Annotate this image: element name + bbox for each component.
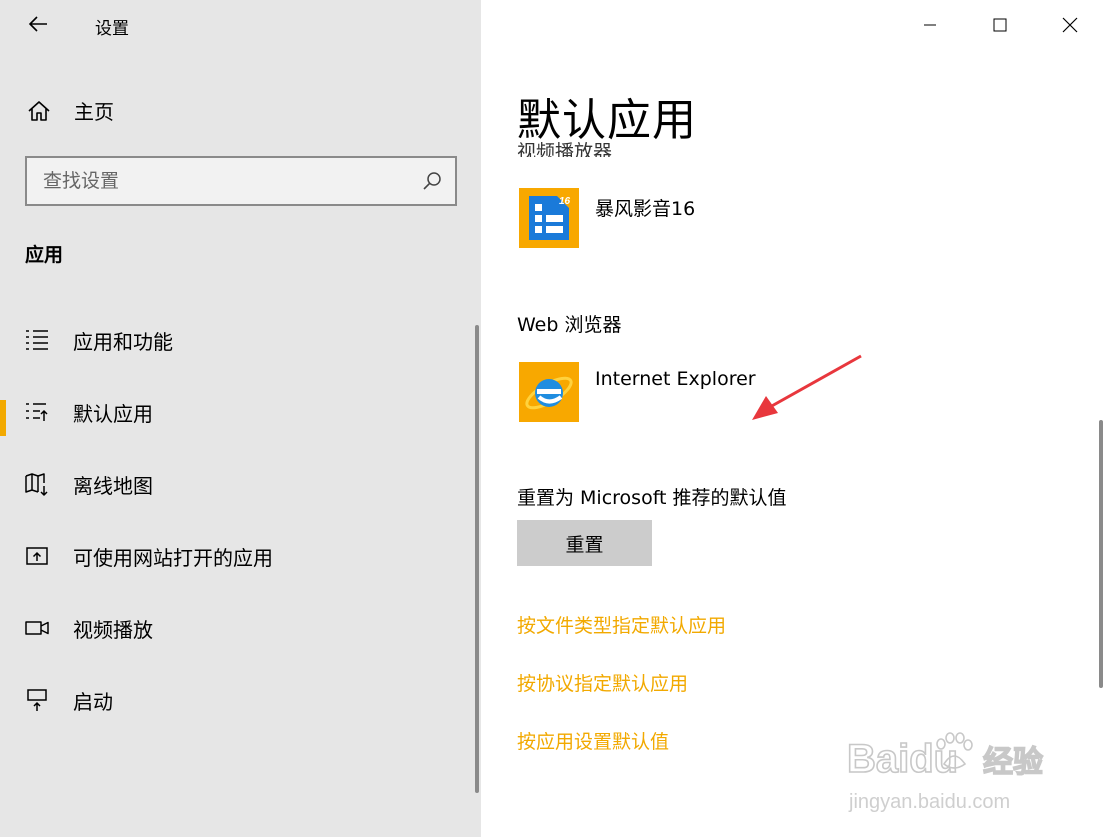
default-list-icon <box>26 403 48 421</box>
link-by-file-type[interactable]: 按文件类型指定默认应用 <box>517 611 726 638</box>
section-title: 应用 <box>25 244 64 266</box>
sidebar-item-home[interactable]: 主页 <box>26 96 114 125</box>
home-label: 主页 <box>74 100 114 124</box>
video-player-app-name: 暴风影音16 <box>595 198 696 220</box>
main-scrollbar[interactable] <box>1099 420 1103 688</box>
video-player-app-button[interactable]: 16 暴风影音16 <box>519 188 695 248</box>
back-button[interactable] <box>26 12 50 36</box>
storm-player-icon: 16 <box>519 188 579 248</box>
sidebar: 设置 主页 应用 应用和功能 默认应用 <box>0 0 481 837</box>
open-external-icon <box>26 547 48 565</box>
search-input[interactable] <box>27 158 421 204</box>
sidebar-item-label: 默认应用 <box>73 401 153 426</box>
main-panel: 默认应用 视频播放器 16 暴风影音16 Web 浏览器 Internet Ex… <box>481 0 1105 837</box>
sidebar-item-startup[interactable]: 启动 <box>0 664 481 736</box>
startup-icon <box>27 689 47 711</box>
sidebar-item-video-playback[interactable]: 视频播放 <box>0 592 481 664</box>
sidebar-scrollbar[interactable] <box>475 325 479 793</box>
sidebar-item-offline-maps[interactable]: 离线地图 <box>0 448 481 520</box>
map-download-icon <box>25 473 48 496</box>
reset-button[interactable]: 重置 <box>517 520 652 566</box>
sidebar-item-label: 启动 <box>73 689 113 714</box>
minimize-button[interactable] <box>895 0 965 50</box>
minimize-icon <box>924 24 936 26</box>
list-icon <box>26 330 48 350</box>
maximize-button[interactable] <box>965 0 1035 50</box>
sidebar-item-default-apps[interactable]: 默认应用 <box>0 376 481 448</box>
sidebar-nav: 应用和功能 默认应用 离线地图 可使用网站打开的应用 视频播放 启动 <box>0 304 481 736</box>
web-browser-app-button[interactable]: Internet Explorer <box>519 362 756 422</box>
internet-explorer-icon <box>519 362 579 422</box>
home-icon <box>28 100 50 121</box>
video-player-heading: 视频播放器 <box>517 135 612 157</box>
video-camera-icon <box>25 621 49 635</box>
sidebar-item-label: 离线地图 <box>73 473 153 498</box>
back-arrow-icon <box>28 16 47 32</box>
window-controls <box>895 0 1105 50</box>
web-browser-app-name: Internet Explorer <box>595 368 756 390</box>
web-browser-heading: Web 浏览器 <box>517 314 622 336</box>
reset-heading: 重置为 Microsoft 推荐的默认值 <box>517 487 787 509</box>
sidebar-item-label: 视频播放 <box>73 617 153 642</box>
sidebar-item-apps-features[interactable]: 应用和功能 <box>0 304 481 376</box>
window-title: 设置 <box>95 19 129 39</box>
link-by-protocol[interactable]: 按协议指定默认应用 <box>517 669 688 696</box>
close-icon <box>1062 17 1078 33</box>
sidebar-item-label: 可使用网站打开的应用 <box>73 545 273 570</box>
video-player-heading-text: 视频播放器 <box>517 141 613 157</box>
search-icon[interactable] <box>421 170 443 192</box>
link-by-app[interactable]: 按应用设置默认值 <box>517 727 669 754</box>
sidebar-item-label: 应用和功能 <box>73 329 173 354</box>
storm-player-badge: 16 <box>559 196 571 207</box>
maximize-icon <box>993 18 1007 32</box>
search-box <box>25 156 457 206</box>
close-button[interactable] <box>1035 0 1105 50</box>
sidebar-item-apps-for-websites[interactable]: 可使用网站打开的应用 <box>0 520 481 592</box>
